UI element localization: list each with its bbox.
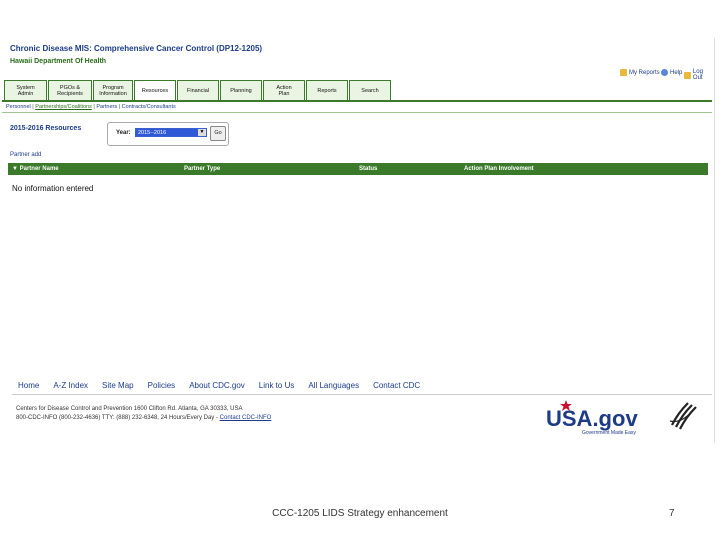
tab-resources[interactable]: Resources [134, 80, 176, 100]
tab-underline [2, 100, 712, 102]
app-title: Chronic Disease MIS: Comprehensive Cance… [10, 44, 263, 53]
usagov-tagline: Government Made Easy [582, 430, 636, 436]
footer-link-home[interactable]: Home [18, 381, 39, 390]
footer-link-link-to-us[interactable]: Link to Us [259, 381, 295, 390]
slide-page-number: 7 [669, 508, 675, 519]
footer-address-line1: Centers for Disease Control and Preventi… [16, 406, 243, 412]
tab-search[interactable]: Search [349, 80, 391, 100]
footer-link-a-z-index[interactable]: A-Z Index [53, 381, 88, 390]
col-partner-type[interactable]: Partner Type [184, 166, 220, 172]
footer-link-policies[interactable]: Policies [148, 381, 176, 390]
footer-link-about[interactable]: About CDC.gov [189, 381, 245, 390]
year-select[interactable]: 2015--2016 ▼ [135, 128, 207, 137]
tab-reports[interactable]: Reports [306, 80, 348, 100]
tab-planning[interactable]: Planning [220, 80, 262, 100]
screenshot-frame: Chronic Disease MIS: Comprehensive Cance… [0, 38, 715, 443]
usagov-logo[interactable]: USA.gov Government Made Easy [544, 398, 659, 438]
help-icon [661, 69, 668, 76]
tab-pgos-recipients[interactable]: PGOs & Recipients [48, 80, 92, 100]
footer-link-contact[interactable]: Contact CDC [373, 381, 420, 390]
partner-add-link[interactable]: Partner add [10, 152, 41, 158]
empty-table-message: No information entered [12, 184, 94, 193]
col-status[interactable]: Status [359, 166, 377, 172]
table-header: ▼ Partner Name Partner Type Status Actio… [8, 163, 708, 175]
tab-program-information[interactable]: Program Information [93, 80, 133, 100]
footer-link-all-languages[interactable]: All Languages [308, 381, 359, 390]
col-action-plan-involvement[interactable]: Action Plan Involvement [464, 166, 534, 172]
subnav-partners[interactable]: Partners [96, 104, 117, 110]
hhs-eagle-seal-icon [669, 402, 697, 430]
app-subtitle: Hawaii Department Of Health [10, 58, 107, 65]
footer-address-line2: 800-CDC-INFO (800-232-4636) TTY: (888) 2… [16, 414, 272, 421]
usagov-logo-text: USA.gov [546, 406, 638, 431]
main-tabs: System Admin PGOs & Recipients Program Info… [4, 80, 392, 100]
footer-nav: Home A-Z Index Site Map Policies About C… [18, 381, 434, 390]
tab-financial[interactable]: Financial [177, 80, 219, 100]
reports-icon [620, 69, 627, 76]
contact-cdc-info-link[interactable]: Contact CDC-INFO [220, 415, 272, 421]
year-selector-box: Year: 2015--2016 ▼ Go [107, 122, 229, 146]
help-link[interactable]: Help [661, 69, 682, 76]
go-button[interactable]: Go [210, 126, 226, 141]
footer-link-site-map[interactable]: Site Map [102, 381, 134, 390]
footer-address: Centers for Disease Control and Preventi… [16, 405, 271, 422]
logout-icon [684, 71, 691, 79]
subnav-contracts[interactable]: Contracts/Consultants [122, 104, 176, 110]
my-reports-link[interactable]: My Reports [620, 69, 660, 76]
logout-link[interactable]: Log Out [684, 69, 714, 81]
section-title: 2015-2016 Resources [10, 125, 82, 132]
slide-caption: CCC-1205 LIDS Strategy enhancement [272, 508, 448, 519]
sub-navigation: Personnel | Partnerships/Coalitions | Pa… [6, 104, 176, 110]
tab-system-admin[interactable]: System Admin [4, 80, 47, 100]
chevron-down-icon: ▼ [198, 129, 206, 136]
tab-action-plan[interactable]: Action Plan [263, 80, 305, 100]
year-label: Year: [116, 130, 131, 136]
subnav-partnerships[interactable]: Partnerships/Coalitions [35, 104, 92, 110]
subnav-personnel[interactable]: Personnel [6, 104, 31, 110]
col-partner-name[interactable]: ▼ Partner Name [12, 166, 59, 172]
footer-divider [12, 394, 712, 395]
subnav-divider [2, 112, 712, 113]
